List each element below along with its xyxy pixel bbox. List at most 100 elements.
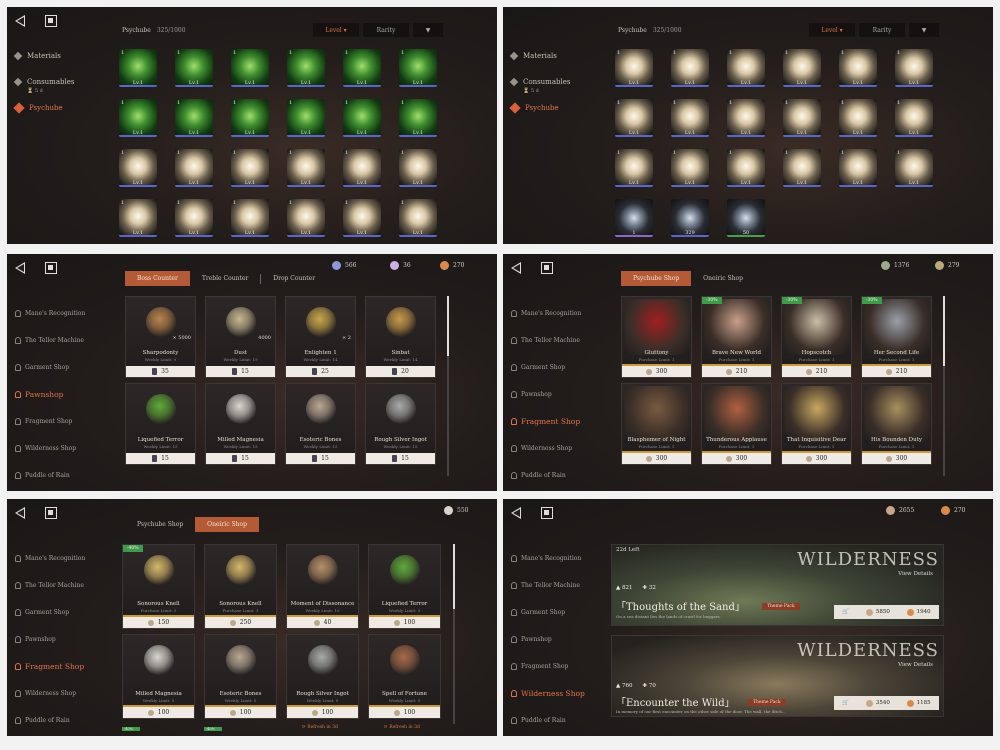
tab-psychube-shop[interactable]: Psychube Shop: [621, 271, 692, 286]
buy-price-button[interactable]: 210: [862, 366, 931, 377]
shop-item-card[interactable]: Esoteric Bones Weekly Limit: 5 100: [204, 634, 277, 719]
shop-item-card[interactable]: Spell of Fortune Weekly Limit: 5 100: [368, 634, 441, 719]
menu-pawnshop[interactable]: Pawnshop: [511, 626, 585, 653]
menu-mane-s-recognition[interactable]: Mane's Recognition: [15, 545, 85, 572]
psychube-slot[interactable]: 1 Lv.1: [175, 149, 213, 187]
menu-garment-shop[interactable]: Garment Shop: [511, 599, 585, 626]
shop-item-card[interactable]: Sonorous Knell Purchase Limit: 1 250: [204, 544, 277, 629]
buy-price-button[interactable]: 210: [782, 366, 851, 377]
menu-the-tellor-machine[interactable]: The Tellor Machine: [511, 327, 581, 354]
shop-item-card[interactable]: Moment of Dissonance Weekly Limit: 10 40: [286, 544, 359, 629]
home-icon[interactable]: [45, 262, 57, 274]
menu-garment-shop[interactable]: Garment Shop: [15, 354, 85, 381]
psychube-slot[interactable]: 1 Lv.1: [119, 99, 157, 137]
scrollbar-thumb[interactable]: [453, 544, 455, 609]
tab-boss-counter[interactable]: Boss Counter: [125, 271, 190, 286]
psychube-slot[interactable]: 1 Lv.1: [175, 99, 213, 137]
psychube-slot[interactable]: 1 Lv.1: [399, 99, 437, 137]
back-icon[interactable]: [511, 507, 521, 519]
menu-wilderness-shop[interactable]: Wilderness Shop: [15, 680, 85, 707]
psychube-slot[interactable]: 329: [671, 199, 709, 237]
psychube-slot[interactable]: 1 Lv.1: [839, 49, 877, 87]
theme-pack-banner-2[interactable]: WILDERNESS View Details ▲ 760 ✚ 70 「Enco…: [611, 635, 944, 717]
psychube-slot[interactable]: 1 Lv.1: [615, 149, 653, 187]
buy-price-button[interactable]: 250: [205, 617, 276, 628]
psychube-slot[interactable]: 1 Lv.1: [783, 99, 821, 137]
psychube-slot[interactable]: 1 Lv.1: [839, 99, 877, 137]
psychube-slot[interactable]: 1 Lv.1: [671, 49, 709, 87]
menu-fragment-shop[interactable]: Fragment Shop: [15, 653, 85, 680]
back-icon[interactable]: [511, 262, 521, 274]
shop-item-card[interactable]: Gluttony Purchase Limit: 1 300: [621, 296, 692, 378]
shop-item-card[interactable]: Liquefied Terror Weekly Limit: 5 100: [368, 544, 441, 629]
filter-level[interactable]: Level ▾: [313, 23, 359, 37]
tab-treble-counter[interactable]: Treble Counter: [190, 271, 260, 286]
theme-pack-banner-1[interactable]: 22d Left WILDERNESS View Details ▲ 821 ✚…: [611, 544, 944, 626]
menu-materials[interactable]: Materials: [509, 51, 570, 61]
menu-mane-s-recognition[interactable]: Mane's Recognition: [15, 300, 85, 327]
buy-price-button[interactable]: 40: [287, 617, 358, 628]
psychube-slot[interactable]: 1 Lv.1: [783, 149, 821, 187]
menu-pawnshop[interactable]: Pawnshop: [15, 381, 85, 408]
shop-item-card[interactable]: -30% Hopscotch Purchase Limit: 1 210: [781, 296, 852, 378]
shop-item-card[interactable]: His Bounden Duty Purchase Limit: 1 300: [861, 383, 932, 465]
tab-drop-counter[interactable]: Drop Counter: [261, 271, 327, 286]
psychube-slot[interactable]: 1 Lv.1: [175, 49, 213, 87]
psychube-slot[interactable]: 1 Lv.1: [727, 49, 765, 87]
tab-psychube-shop[interactable]: Psychube Shop: [125, 517, 195, 532]
tab-oneiric-shop[interactable]: Oneiric Shop: [195, 517, 259, 532]
menu-mane-s-recognition[interactable]: Mane's Recognition: [511, 300, 581, 327]
view-details-button[interactable]: View Details: [898, 662, 933, 668]
menu-wilderness-shop[interactable]: Wilderness Shop: [511, 680, 585, 707]
home-icon[interactable]: [45, 15, 57, 27]
psychube-slot[interactable]: 1 Lv.1: [287, 49, 325, 87]
psychube-slot[interactable]: 1 Lv.1: [895, 49, 933, 87]
buy-price-button[interactable]: 20: [366, 366, 435, 377]
menu-puddle-of-rain[interactable]: Puddle of Rain: [511, 707, 585, 734]
menu-consumables[interactable]: Consumables: [509, 77, 570, 87]
psychube-slot[interactable]: 1 Lv.1: [727, 149, 765, 187]
home-icon[interactable]: [541, 507, 553, 519]
psychube-slot[interactable]: 1 Lv.1: [671, 99, 709, 137]
buy-price-button[interactable]: 15: [206, 366, 275, 377]
psychube-slot[interactable]: 50: [727, 199, 765, 237]
shop-item-card[interactable]: Rough Silver Ingot Weekly Limit: 15 15: [365, 383, 436, 465]
psychube-slot[interactable]: 1 Lv.1: [343, 49, 381, 87]
psychube-slot[interactable]: 1 Lv.1: [399, 49, 437, 87]
menu-pawnshop[interactable]: Pawnshop: [15, 626, 85, 653]
psychube-slot[interactable]: 1 Lv.1: [343, 149, 381, 187]
shop-item-card[interactable]: -40% Sonorous Knell Purchase Limit: 3 150: [122, 544, 195, 629]
shop-item-card[interactable]: Thunderous Applause Purchase Limit: 1 300: [701, 383, 772, 465]
psychube-slot[interactable]: 1 Lv.1: [175, 199, 213, 237]
menu-the-tellor-machine[interactable]: The Tellor Machine: [511, 572, 585, 599]
psychube-slot[interactable]: 1 Lv.1: [119, 49, 157, 87]
menu-fragment-shop[interactable]: Fragment Shop: [511, 653, 585, 680]
shop-item-card[interactable]: -30% Her Second Life Purchase Limit: 1 210: [861, 296, 932, 378]
psychube-slot[interactable]: 1: [615, 199, 653, 237]
psychube-slot[interactable]: 1 Lv.1: [287, 99, 325, 137]
menu-the-tellor-machine[interactable]: The Tellor Machine: [15, 327, 85, 354]
home-icon[interactable]: [541, 262, 553, 274]
buy-price-button[interactable]: 210: [702, 366, 771, 377]
back-icon[interactable]: [15, 507, 25, 519]
shop-item-card[interactable]: Esoteric Bones Weekly Limit: 15 15: [285, 383, 356, 465]
filter-rarity[interactable]: Rarity: [363, 23, 409, 37]
psychube-slot[interactable]: 1 Lv.1: [615, 99, 653, 137]
menu-puddle-of-rain[interactable]: Puddle of Rain: [511, 462, 581, 489]
psychube-slot[interactable]: 1 Lv.1: [231, 49, 269, 87]
psychube-slot[interactable]: 1 Lv.1: [671, 149, 709, 187]
shop-item-card[interactable]: Milled Magnesia Weekly Limit: 5 100: [122, 634, 195, 719]
shop-item-card[interactable]: × 5000 Sharpodonty Weekly Limit: 9 35: [125, 296, 196, 378]
psychube-slot[interactable]: 1 Lv.1: [231, 99, 269, 137]
psychube-slot[interactable]: 1 Lv.1: [119, 199, 157, 237]
psychube-slot[interactable]: 1 Lv.1: [895, 149, 933, 187]
buy-price-button[interactable]: 300: [862, 453, 931, 464]
shop-item-card[interactable]: × 2 Enlighten 1 Weekly Limit: 14 25: [285, 296, 356, 378]
scrollbar-thumb[interactable]: [943, 296, 945, 366]
view-details-button[interactable]: View Details: [898, 571, 933, 577]
menu-materials[interactable]: Materials: [13, 51, 74, 61]
filter-level[interactable]: Level ▾: [809, 23, 855, 37]
shop-item-card[interactable]: That Inquisitive Dear Purchase Limit: 1 30…: [781, 383, 852, 465]
menu-mane-s-recognition[interactable]: Mane's Recognition: [511, 545, 585, 572]
buy-price-button[interactable]: 15: [286, 453, 355, 464]
